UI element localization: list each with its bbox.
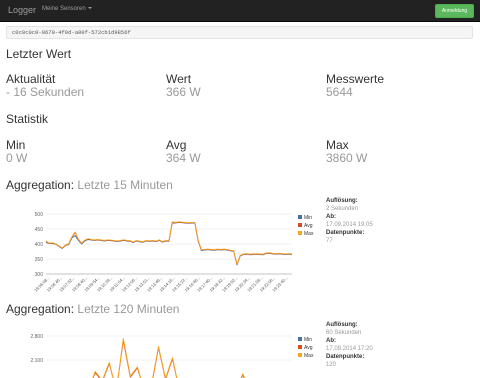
datenpunkte-label: Datenpunkte: <box>326 230 365 236</box>
aggregation-120-heading: Aggregation: Letzte 120 Minuten <box>6 302 179 316</box>
sensors-menu[interactable]: Meine Sensoren <box>42 6 92 12</box>
ab-label: Ab: <box>326 214 336 220</box>
caret-down-icon <box>87 7 92 10</box>
legend-label-min: Min <box>304 337 312 343</box>
min-value: 0 W <box>6 151 28 165</box>
legend-swatch-min <box>298 215 302 219</box>
sensors-menu-label: Meine Sensoren <box>42 6 86 12</box>
series-line-avg <box>92 340 245 378</box>
legend-swatch-max <box>298 231 302 235</box>
navbar-brand[interactable]: Logger <box>8 5 36 15</box>
y-tick-label: 500 <box>35 212 44 218</box>
aggregation-120-info: Auflösung: 60 Sekunden Ab: 17.09.2014 17… <box>326 322 373 370</box>
legend-label-max: Max <box>304 231 314 237</box>
avg-value: 364 W <box>166 151 201 165</box>
aggregation-15-chart: 50045040035030019:06:08...19:06:46...19:… <box>33 212 314 293</box>
datenpunkte-value: 77 <box>326 237 333 244</box>
wert-stat: Wert 366 W <box>166 73 201 99</box>
aufloesung-120-value: 60 Sekunden <box>326 329 362 336</box>
legend-swatch-avg <box>298 223 302 227</box>
messwerte-value: 5644 <box>326 85 353 99</box>
statistics-heading: Statistik <box>6 112 49 126</box>
wert-value: 366 W <box>166 85 201 99</box>
max-stat: Max 3860 W <box>326 139 367 165</box>
aggregation-15-info: Auflösung: 2 Sekunden Ab: 17.09.2014 19:… <box>326 198 373 246</box>
aufloesung-label: Auflösung: <box>326 198 358 204</box>
aufloesung-120-label: Auflösung: <box>326 322 358 328</box>
legend-label-max: Max <box>304 353 314 359</box>
navbar: Logger Meine Sensoren Anmeldung <box>0 0 480 22</box>
latest-value-heading: Letzter Wert <box>6 47 72 61</box>
aggregation-120-period: Letzte 120 Minuten <box>77 302 180 316</box>
aufloesung-value: 2 Sekunden <box>326 205 359 212</box>
legend-label-min: Min <box>304 215 312 221</box>
avg-stat: Avg 364 W <box>166 139 201 165</box>
min-stat: Min 0 W <box>6 139 27 165</box>
legend-swatch-min <box>298 337 302 341</box>
y-tick-label: 2.100 <box>30 358 43 364</box>
datenpunkte-120-value: 120 <box>326 361 337 368</box>
y-tick-label: 2.800 <box>30 334 43 340</box>
legend-swatch-avg <box>298 345 302 349</box>
y-tick-label: 350 <box>35 257 44 263</box>
ab-120-value: 17.09.2014 17:20 <box>326 345 373 352</box>
legend-label-avg: Avg <box>304 223 313 229</box>
y-tick-label: 300 <box>35 272 44 278</box>
aggregation-15-heading: Aggregation: Letzte 15 Minuten <box>6 178 173 192</box>
login-button[interactable]: Anmeldung <box>435 4 474 18</box>
legend-label-avg: Avg <box>304 345 313 351</box>
sensor-uuid: c0c0c0c0-8670-4f0d-a00f-572cb1d9856f <box>6 26 473 39</box>
aktualitaet-value: - 16 Sekunden <box>6 85 85 99</box>
y-tick-label: 450 <box>35 227 44 233</box>
aktualitaet-stat: Aktualität - 16 Sekunden <box>6 73 84 99</box>
aggregation-120-label: Aggregation: <box>6 302 75 316</box>
series-line-max <box>92 337 246 378</box>
messwerte-stat: Messwerte 5644 <box>326 73 384 99</box>
aggregation-120-chart: 2.8002.1001.400MinAvgMax <box>30 334 314 378</box>
datenpunkte-120-label: Datenpunkte: <box>326 354 365 360</box>
max-value: 3860 W <box>326 151 368 165</box>
ab-120-label: Ab: <box>326 338 336 344</box>
legend-swatch-max <box>298 353 302 357</box>
aggregation-15-label: Aggregation: <box>6 178 75 192</box>
ab-value: 17.09.2014 19:05 <box>326 221 373 228</box>
y-tick-label: 400 <box>35 242 44 248</box>
aggregation-15-period: Letzte 15 Minuten <box>77 178 173 192</box>
